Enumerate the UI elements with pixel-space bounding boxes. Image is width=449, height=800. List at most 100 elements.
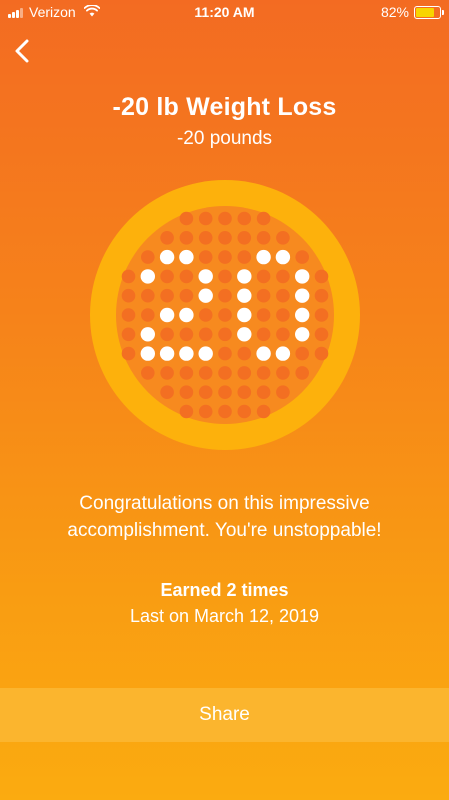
badge-dot	[198, 211, 213, 226]
badge-dot	[256, 308, 271, 322]
badge-dot	[276, 269, 290, 284]
badge-dot	[198, 366, 213, 380]
badge-dot-lit	[159, 249, 175, 265]
badge-dot	[218, 346, 232, 361]
badge-dot-lit	[159, 346, 175, 361]
badge-dot-lit	[179, 346, 194, 361]
badge-dot-lit	[237, 269, 252, 284]
badge-dot-lit	[140, 346, 155, 361]
badge-dot-lit	[140, 327, 155, 342]
badge-dot-lit	[237, 288, 252, 303]
badge-dot	[256, 231, 271, 245]
badge-dot	[256, 327, 271, 342]
earned-count: Earned 2 times	[160, 580, 289, 600]
badge-dot	[179, 404, 194, 419]
badge-dot	[160, 231, 174, 245]
badge-dot	[198, 231, 213, 245]
badge-dot	[314, 269, 329, 284]
badge-dot	[198, 327, 213, 342]
last-earned-date: Last on March 12, 2019	[129, 606, 320, 626]
badge-dot	[179, 211, 194, 226]
badge-dot	[198, 250, 213, 264]
badge-dot	[237, 366, 252, 380]
badge-dot	[295, 250, 309, 264]
badge-dot-lit	[179, 307, 194, 323]
badge-dot	[256, 269, 271, 284]
badge-dot	[141, 366, 155, 380]
badge-dot	[256, 288, 271, 303]
badge-dot	[276, 366, 290, 380]
badge-title: -20 lb Weight Loss	[112, 93, 337, 121]
badge-icon	[90, 180, 360, 450]
badge-dot	[218, 231, 232, 245]
badge-dot	[160, 288, 174, 303]
badge-dot	[121, 269, 136, 284]
badge-dot	[218, 308, 232, 322]
badge-dot-lit	[256, 249, 271, 265]
badge-dot	[256, 366, 271, 380]
badge-dot-lit	[295, 269, 310, 284]
battery-percent: 82%	[380, 4, 409, 20]
badge-dot	[237, 404, 252, 419]
badge-dot	[160, 327, 174, 342]
badge-dot	[160, 269, 174, 284]
badge-dot	[314, 288, 329, 303]
badge-dot-lit	[237, 307, 252, 323]
badge-dot	[237, 346, 252, 361]
chevron-left-icon	[15, 39, 29, 63]
badge-dot	[237, 231, 252, 245]
badge-dot	[276, 327, 290, 342]
battery-icon	[414, 5, 444, 19]
badge-dot	[218, 269, 232, 284]
badge-dot	[295, 366, 309, 380]
dot-matrix-20-badge-icon	[90, 180, 360, 450]
badge-dot	[314, 308, 329, 322]
badge-dot	[276, 308, 290, 322]
badge-dot	[218, 404, 232, 419]
badge-dot	[141, 250, 155, 264]
badge-dot	[160, 366, 174, 380]
badge-dot	[121, 288, 136, 303]
badge-dot	[237, 250, 252, 264]
status-bar: Verizon 11:20 AM 82%	[0, 0, 449, 26]
badge-dot	[218, 250, 232, 264]
badge-dot	[179, 269, 194, 284]
share-label: Share	[199, 704, 250, 725]
badge-dot	[256, 211, 271, 226]
badge-dot-lit	[159, 307, 175, 323]
badge-dot	[198, 385, 213, 399]
badge-dot	[218, 211, 232, 226]
share-button[interactable]: Share	[0, 688, 449, 742]
badge-dot-lit	[198, 269, 213, 284]
badge-dot	[141, 288, 155, 303]
badge-dot-lit	[198, 346, 213, 361]
badge-dot	[179, 288, 194, 303]
badge-dot	[276, 288, 290, 303]
badge-dot-lit	[179, 249, 194, 265]
badge-dot	[218, 288, 232, 303]
battery-level	[416, 7, 435, 17]
badge-dot-lit	[275, 249, 291, 265]
status-right: 82%	[380, 4, 444, 20]
badge-dot	[121, 346, 136, 361]
badge-dot	[141, 308, 155, 322]
badge-dot-lit	[275, 346, 291, 361]
badge-dot	[179, 366, 194, 380]
congratulations-message: Congratulations on this impressive accom…	[67, 493, 382, 541]
badge-dot	[179, 231, 194, 245]
badge-dot	[218, 366, 232, 380]
badge-dot	[276, 231, 290, 245]
badge-dot	[314, 327, 329, 342]
badge-subtitle: -20 pounds	[176, 128, 273, 149]
badge-dot-lit	[198, 288, 213, 303]
badge-dot	[179, 327, 194, 342]
back-button[interactable]	[8, 36, 38, 66]
badge-dot-lit	[295, 288, 310, 303]
badge-dot-lit	[256, 346, 271, 361]
badge-dot	[256, 404, 271, 419]
badge-dot	[218, 327, 232, 342]
badge-dot	[314, 346, 329, 361]
badge-dot	[198, 404, 213, 419]
badge-dot-lit	[295, 327, 310, 342]
badge-dot	[237, 385, 252, 399]
